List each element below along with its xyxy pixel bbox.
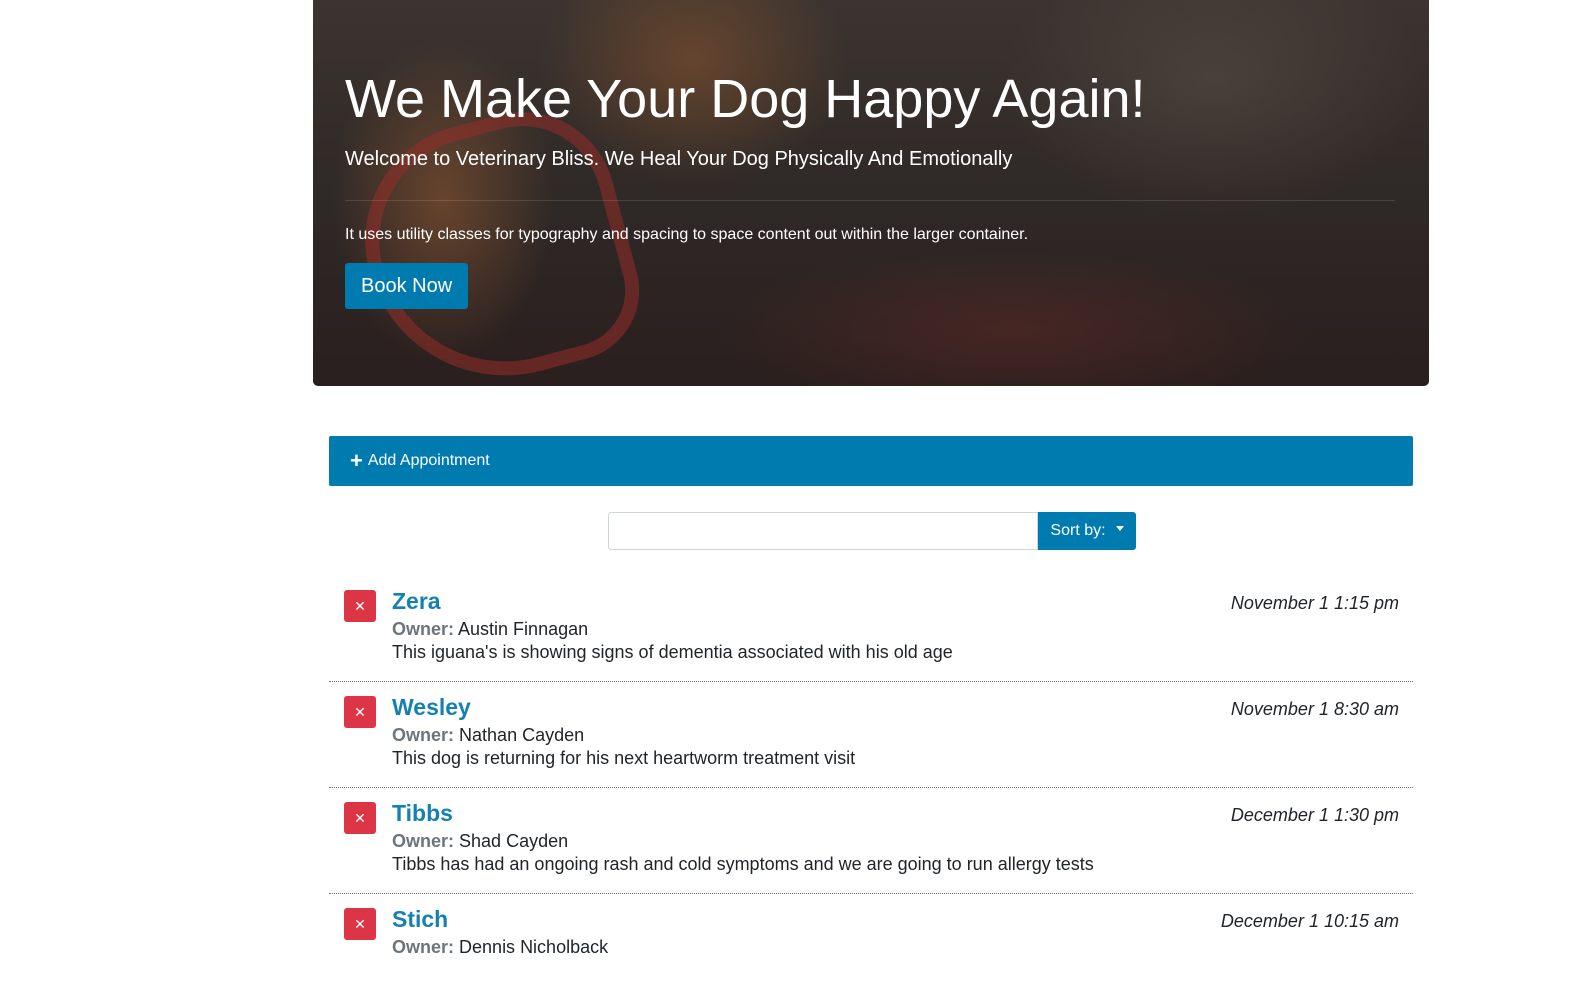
pet-name[interactable]: Stich	[392, 906, 448, 932]
add-appointment-button[interactable]: + Add Appointment	[329, 436, 1413, 486]
appointment-date: December 1 10:15 am	[1220, 911, 1399, 931]
list-item: ✕ Wesley November 1 8:30 am Owner: Natha…	[329, 682, 1413, 788]
hero-divider	[345, 200, 1395, 201]
appointment-notes: This dog is returning for his next heart…	[392, 748, 856, 768]
hero-title: We Make Your Dog Happy Again!	[345, 69, 1146, 129]
appointment-notes: This iguana's is showing signs of dement…	[392, 642, 953, 662]
book-now-button[interactable]: Book Now	[345, 263, 469, 309]
appointment-date: November 1 8:30 am	[1230, 699, 1399, 719]
hero-lead: Welcome to Veterinary Bliss. We Heal You…	[345, 148, 1013, 170]
owner-name: Austin Finnagan	[458, 619, 589, 639]
owner-name: Nathan Cayden	[459, 725, 585, 745]
delete-appointment-button[interactable]: ✕	[344, 908, 376, 940]
pet-name[interactable]: Zera	[392, 588, 441, 614]
owner-label: Owner:	[392, 725, 455, 745]
search-group: Sort by:	[608, 512, 1136, 550]
appointment-date: November 1 1:15 pm	[1230, 593, 1399, 613]
owner-name: Dennis Nicholback	[459, 937, 609, 957]
chevron-down-icon	[1115, 525, 1124, 531]
delete-appointment-button[interactable]: ✕	[344, 696, 376, 728]
delete-appointment-button[interactable]: ✕	[344, 802, 376, 834]
sort-by-button[interactable]: Sort by:	[1038, 512, 1136, 550]
close-icon: ✕	[354, 597, 366, 614]
owner-label: Owner:	[392, 937, 455, 957]
list-item: ✕ Tibbs December 1 1:30 pm Owner: Shad C…	[329, 788, 1413, 894]
hero-content: We Make Your Dog Happy Again! Welcome to…	[345, 64, 1395, 309]
appointment-list: ✕ Zera November 1 1:15 pm Owner: Austin …	[329, 576, 1413, 1000]
close-icon: ✕	[354, 703, 366, 720]
search-input[interactable]	[608, 512, 1038, 550]
list-item: ✕ Stich December 1 10:15 am Owner: Denni…	[329, 894, 1413, 1000]
close-icon: ✕	[354, 915, 366, 932]
owner-line: Owner: Shad Cayden	[392, 830, 568, 852]
owner-line: Owner: Dennis Nicholback	[392, 936, 608, 958]
owner-name: Shad Cayden	[459, 831, 569, 851]
owner-line: Owner: Austin Finnagan	[392, 618, 588, 640]
owner-label: Owner:	[392, 831, 455, 851]
pet-name[interactable]: Tibbs	[392, 800, 453, 826]
owner-line: Owner: Nathan Cayden	[392, 724, 584, 746]
pet-name[interactable]: Wesley	[392, 694, 471, 720]
add-appointment-label: Add Appointment	[367, 452, 490, 469]
owner-label: Owner:	[392, 619, 455, 639]
appointment-date: December 1 1:30 pm	[1230, 805, 1399, 825]
appointment-notes: Tibbs has had an ongoing rash and cold s…	[392, 854, 1094, 874]
close-icon: ✕	[354, 809, 366, 826]
hero-banner: We Make Your Dog Happy Again! Welcome to…	[313, 0, 1429, 386]
plus-icon: +	[350, 448, 363, 473]
list-item: ✕ Zera November 1 1:15 pm Owner: Austin …	[329, 576, 1413, 682]
delete-appointment-button[interactable]: ✕	[344, 590, 376, 622]
sort-by-label: Sort by:	[1050, 522, 1106, 539]
hero-text: It uses utility classes for typography a…	[345, 226, 1029, 243]
